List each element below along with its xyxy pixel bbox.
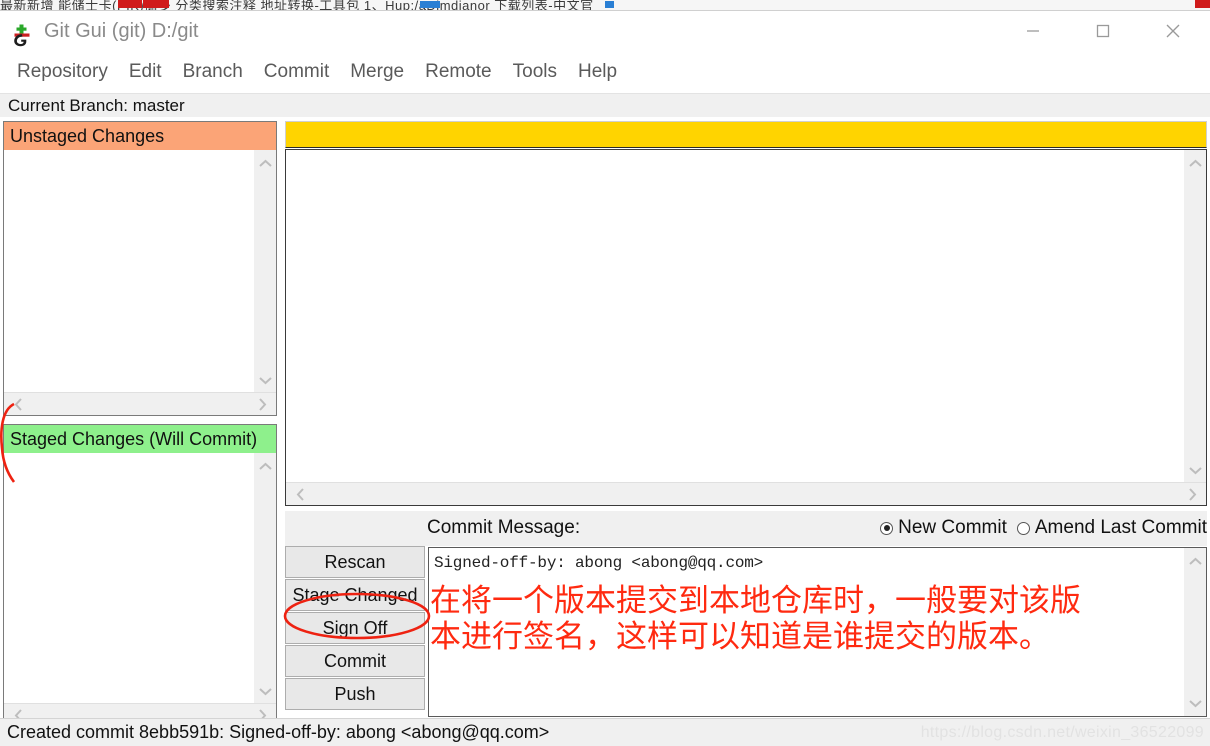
- menu-item-commit[interactable]: Commit: [256, 61, 337, 83]
- commit-action-buttons: Rescan Stage Changed Sign Off Commit Pus…: [285, 546, 425, 718]
- window-title: Git Gui (git) D:/git: [44, 20, 199, 42]
- radio-new-commit-label: New Commit: [898, 517, 1007, 538]
- menu-item-tools[interactable]: Tools: [505, 61, 565, 83]
- current-branch-bar: Current Branch: master: [0, 93, 1210, 117]
- chevron-down-icon[interactable]: [1184, 459, 1206, 481]
- unstaged-vertical-scrollbar[interactable]: [254, 150, 276, 393]
- diff-header-bar: [285, 121, 1207, 148]
- maximize-icon[interactable]: [1080, 11, 1126, 51]
- menu-item-edit[interactable]: Edit: [121, 61, 170, 83]
- menu-item-remote[interactable]: Remote: [417, 61, 500, 83]
- chevron-up-icon[interactable]: [254, 152, 276, 174]
- chevron-left-icon[interactable]: [289, 483, 311, 505]
- background-chip-red-2: [143, 0, 169, 8]
- menu-item-merge[interactable]: Merge: [342, 61, 412, 83]
- radio-new-commit[interactable]: New Commit: [880, 517, 1007, 539]
- chevron-right-icon[interactable]: [251, 393, 273, 415]
- stage-changed-button[interactable]: Stage Changed: [285, 579, 425, 611]
- minimize-icon[interactable]: [1010, 11, 1056, 51]
- menu-item-help[interactable]: Help: [570, 61, 625, 83]
- commit-message-text[interactable]: Signed-off-by: abong <abong@qq.com>: [429, 548, 1184, 716]
- chevron-down-icon[interactable]: [254, 369, 276, 391]
- menu-item-repository[interactable]: Repository: [9, 61, 116, 83]
- commit-message-vertical-scrollbar[interactable]: [1184, 548, 1206, 716]
- title-bar: Git Gui (git) D:/git: [0, 11, 1210, 51]
- diff-vertical-scrollbar[interactable]: [1184, 150, 1206, 483]
- background-chip-red-1: [118, 0, 142, 8]
- watermark: https://blog.csdn.net/weixin_36522099: [920, 724, 1204, 741]
- staged-changes-panel: Staged Changes (Will Commit): [3, 424, 277, 727]
- background-chip-blue-1: [420, 1, 440, 8]
- sign-off-button[interactable]: Sign Off: [285, 612, 425, 644]
- chevron-left-icon[interactable]: [7, 393, 29, 415]
- staged-changes-header: Staged Changes (Will Commit): [4, 425, 276, 453]
- unstaged-horizontal-scrollbar[interactable]: [4, 392, 276, 415]
- status-bar-text: Created commit 8ebb591b: Signed-off-by: …: [7, 722, 550, 742]
- unstaged-changes-header: Unstaged Changes: [4, 122, 276, 150]
- menu-item-branch[interactable]: Branch: [175, 61, 251, 83]
- diff-viewer-panel: [285, 149, 1207, 506]
- chevron-up-icon[interactable]: [1184, 550, 1206, 572]
- close-icon[interactable]: [1150, 11, 1196, 51]
- git-gui-window: Git Gui (git) D:/git Repository Edit Bra…: [0, 10, 1210, 746]
- chevron-down-icon[interactable]: [254, 680, 276, 702]
- chevron-up-icon[interactable]: [1184, 152, 1206, 174]
- commit-message-label: Commit Message:: [427, 517, 581, 538]
- background-chip-red-3: [1195, 0, 1210, 8]
- unstaged-changes-list[interactable]: [4, 150, 276, 415]
- radio-selected-icon: [880, 521, 894, 535]
- radio-amend-last-commit[interactable]: Amend Last Commit: [1016, 517, 1207, 539]
- commit-message-editor[interactable]: Signed-off-by: abong <abong@qq.com>: [428, 547, 1207, 717]
- push-button[interactable]: Push: [285, 678, 425, 710]
- rescan-button[interactable]: Rescan: [285, 546, 425, 578]
- commit-button[interactable]: Commit: [285, 645, 425, 677]
- diff-horizontal-scrollbar[interactable]: [286, 482, 1206, 505]
- diff-content[interactable]: [286, 150, 1184, 483]
- chevron-down-icon[interactable]: [1184, 692, 1206, 714]
- commit-message-header-row: Commit Message: New Commit Amend Last Co…: [285, 511, 1207, 546]
- chevron-right-icon[interactable]: [1181, 483, 1203, 505]
- staged-changes-list[interactable]: [4, 453, 276, 726]
- menu-bar: Repository Edit Branch Commit Merge Remo…: [0, 51, 1210, 93]
- unstaged-changes-panel: Unstaged Changes: [3, 121, 277, 416]
- staged-vertical-scrollbar[interactable]: [254, 453, 276, 704]
- background-chip-blue-2: [605, 1, 614, 8]
- chevron-up-icon[interactable]: [254, 455, 276, 477]
- radio-unselected-icon: [1016, 521, 1030, 535]
- git-gui-icon: [10, 23, 34, 47]
- radio-amend-label: Amend Last Commit: [1034, 517, 1207, 538]
- commit-mode-radio-group: New Commit Amend Last Commit: [870, 517, 1207, 539]
